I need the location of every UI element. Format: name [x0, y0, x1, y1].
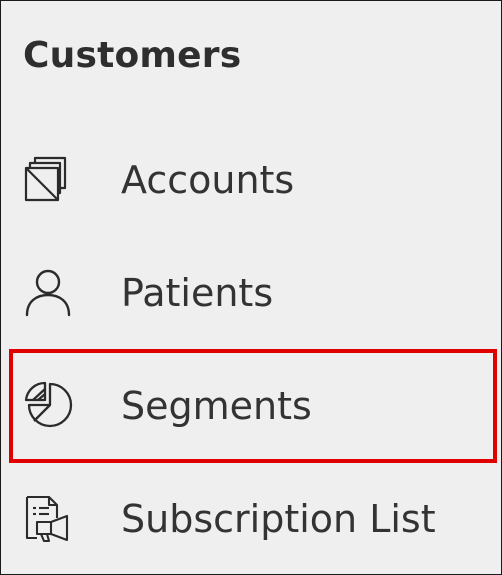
- nav-item-patients[interactable]: Patients: [1, 239, 501, 351]
- section-title: Customers: [23, 35, 242, 76]
- nav-item-label: Patients: [121, 271, 274, 315]
- accounts-icon: [23, 154, 73, 204]
- nav-item-subscription-list[interactable]: Subscription List: [1, 463, 501, 575]
- nav-item-segments[interactable]: Segments: [1, 351, 501, 463]
- pie-chart-icon: [23, 380, 73, 430]
- nav-item-label: Subscription List: [121, 497, 436, 541]
- person-icon: [23, 267, 73, 317]
- nav-item-label: Accounts: [121, 158, 295, 202]
- nav-item-accounts[interactable]: Accounts: [1, 127, 501, 239]
- customers-nav-panel: Customers Accounts Patients Segments Sub…: [0, 0, 502, 575]
- nav-item-label: Segments: [121, 384, 312, 428]
- subscription-list-icon: [23, 494, 73, 544]
